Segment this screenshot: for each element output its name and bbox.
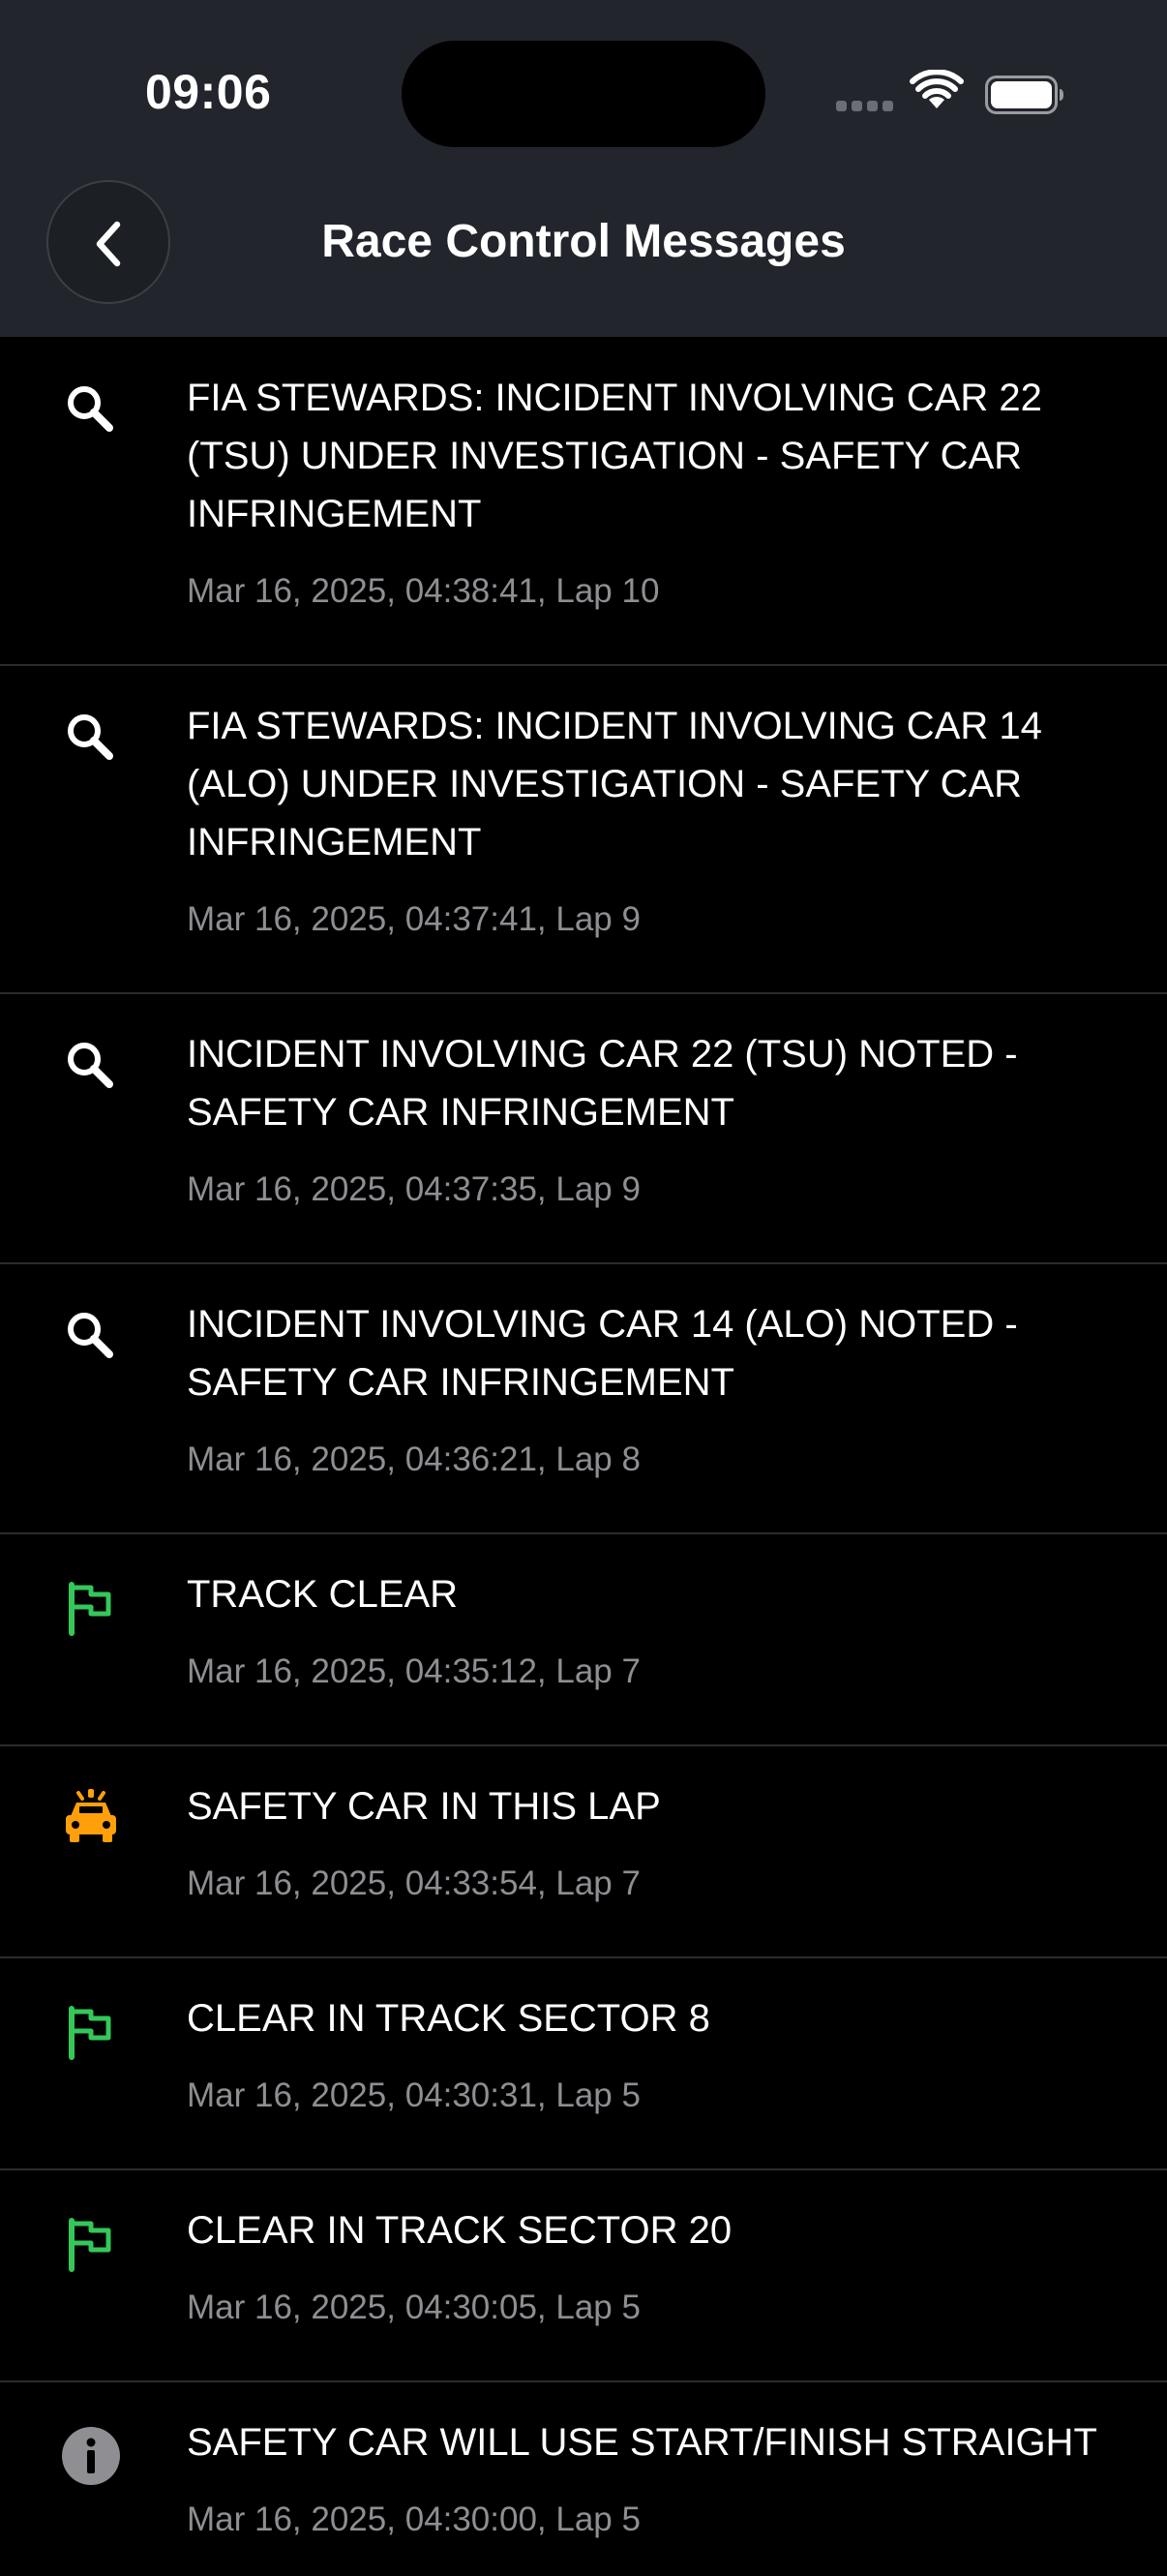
message-text: TRACK CLEAR	[187, 1573, 459, 1616]
green-flag-icon	[69, 2006, 111, 2060]
message-text: CLEAR IN TRACK SECTOR 20	[187, 2209, 733, 2252]
message-text: FIA STEWARDS: INCIDENT INVOLVING CAR 14 …	[187, 705, 1042, 864]
message-meta: Mar 16, 2025, 04:30:00, Lap 5	[187, 2500, 641, 2538]
message-meta: Mar 16, 2025, 04:37:41, Lap 9	[187, 900, 641, 938]
safety-car-icon	[66, 1789, 116, 1842]
message-meta: Mar 16, 2025, 04:30:31, Lap 5	[187, 2076, 641, 2114]
green-flag-icon	[69, 2218, 111, 2272]
list-item[interactable]: SAFETY CAR WILL USE START/FINISH STRAIGH…	[0, 2382, 1167, 2576]
list-item[interactable]: FIA STEWARDS: INCIDENT INVOLVING CAR 14 …	[0, 666, 1167, 994]
message-meta: Mar 16, 2025, 04:38:41, Lap 10	[187, 572, 660, 610]
top-bar: 09:06 Race Control Messages	[0, 0, 1167, 337]
info-icon	[62, 2427, 120, 2485]
list-item[interactable]: CLEAR IN TRACK SECTOR 20 Mar 16, 2025, 0…	[0, 2170, 1167, 2382]
list-item[interactable]: CLEAR IN TRACK SECTOR 8 Mar 16, 2025, 04…	[0, 1958, 1167, 2170]
message-text: SAFETY CAR WILL USE START/FINISH STRAIGH…	[187, 2421, 1097, 2464]
list-item[interactable]: TRACK CLEAR Mar 16, 2025, 04:35:12, Lap …	[0, 1534, 1167, 1746]
wifi-icon	[910, 70, 964, 108]
list-item[interactable]: INCIDENT INVOLVING CAR 22 (TSU) NOTED - …	[0, 994, 1167, 1264]
cellular-signal-icon	[836, 101, 894, 114]
message-text: CLEAR IN TRACK SECTOR 8	[187, 1997, 710, 2040]
magnifier-icon	[68, 1313, 113, 1358]
status-time: 09:06	[145, 65, 272, 119]
magnifier-icon	[68, 386, 113, 432]
list-item[interactable]: SAFETY CAR IN THIS LAP Mar 16, 2025, 04:…	[0, 1746, 1167, 1958]
magnifier-icon	[68, 714, 113, 760]
message-text: INCIDENT INVOLVING CAR 14 (ALO) NOTED - …	[187, 1303, 1018, 1404]
message-text: INCIDENT INVOLVING CAR 22 (TSU) NOTED - …	[187, 1033, 1018, 1134]
message-text: FIA STEWARDS: INCIDENT INVOLVING CAR 22 …	[187, 377, 1042, 535]
dynamic-island	[402, 41, 765, 147]
message-meta: Mar 16, 2025, 04:36:21, Lap 8	[187, 1440, 641, 1478]
message-meta: Mar 16, 2025, 04:30:05, Lap 5	[187, 2288, 641, 2326]
message-meta: Mar 16, 2025, 04:35:12, Lap 7	[187, 1652, 641, 1690]
list-item[interactable]: INCIDENT INVOLVING CAR 14 (ALO) NOTED - …	[0, 1264, 1167, 1534]
message-text: SAFETY CAR IN THIS LAP	[187, 1785, 661, 1828]
magnifier-icon	[68, 1043, 113, 1088]
green-flag-icon	[69, 1582, 111, 1636]
battery-icon	[985, 76, 1063, 114]
list-item[interactable]: FIA STEWARDS: INCIDENT INVOLVING CAR 22 …	[0, 337, 1167, 666]
message-meta: Mar 16, 2025, 04:33:54, Lap 7	[187, 1864, 641, 1902]
page-title: Race Control Messages	[321, 216, 846, 267]
message-list[interactable]: FIA STEWARDS: INCIDENT INVOLVING CAR 22 …	[0, 337, 1167, 2576]
message-meta: Mar 16, 2025, 04:37:35, Lap 9	[187, 1170, 641, 1208]
